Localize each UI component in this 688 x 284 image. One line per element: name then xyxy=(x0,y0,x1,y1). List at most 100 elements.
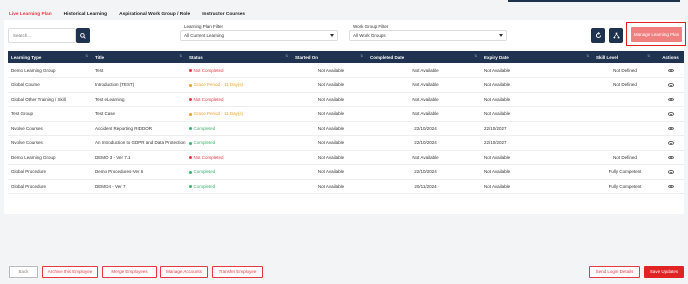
cell-completed-date: Not Available xyxy=(412,154,439,160)
hierarchy-button[interactable] xyxy=(609,28,623,43)
eye-icon[interactable] xyxy=(667,97,674,102)
cell-expiry-date: 22/10/2027 xyxy=(484,140,507,146)
status-label: Completed xyxy=(193,125,216,131)
cell-actions xyxy=(654,165,684,180)
status-label: Completed xyxy=(193,169,216,175)
learning-plan-table: Learning Type ⇅ Title ⇅ Status ⇅ Started On… xyxy=(8,51,684,194)
cell-expiry-date: Not Available xyxy=(484,67,511,73)
cell-started-on: Not Available xyxy=(317,96,345,102)
cell-actions xyxy=(654,121,684,136)
eye-icon[interactable] xyxy=(667,112,674,116)
cell-title: Test xyxy=(95,67,104,73)
work-group-filter-label: Work Group Filter xyxy=(353,24,389,29)
eye-icon[interactable] xyxy=(667,170,674,174)
cell-completed-date: 20/11/2024 xyxy=(414,183,437,189)
status-label: Completed xyxy=(193,140,216,146)
cell-title: Demo Procedures-Ver 6 xyxy=(95,169,144,175)
status-label: Not Completed xyxy=(193,96,224,102)
sort-icon: ⇅ xyxy=(360,54,363,58)
eye-icon[interactable] xyxy=(667,141,674,145)
cell-completed-date: Not Available xyxy=(412,111,439,117)
cell-actions xyxy=(654,179,684,194)
cell-learning-type: Global Course xyxy=(11,82,40,88)
column-header-expiry-date[interactable]: Expiry Date ⇅ xyxy=(481,51,593,63)
cell-started-on: Not Available xyxy=(317,82,345,88)
manage-learning-plan-button[interactable]: Manage Learning Plan xyxy=(631,27,682,42)
column-header-skill-level[interactable]: Skill Level ⇅ xyxy=(593,51,654,63)
cell-started-on: Not Available xyxy=(317,154,345,160)
refresh-button[interactable] xyxy=(591,28,605,43)
cell-status: Grace Period - 11 Day(s) xyxy=(186,78,292,93)
cell-completed-date: 22/10/2024 xyxy=(414,140,437,146)
cell-expiry-date: Not Available xyxy=(484,183,511,189)
cell-title: DEMO 3 - Ver 7.1 xyxy=(95,154,131,160)
cell-learning-type: Demo Learning Group xyxy=(11,67,56,73)
cell-started-on: Not Available xyxy=(317,111,345,117)
cell-title: Test eLearning xyxy=(95,96,125,102)
status-label: Completed xyxy=(193,183,216,189)
eye-icon[interactable] xyxy=(667,155,674,160)
status-label: Not Completed xyxy=(193,154,224,160)
column-header-completed-date[interactable]: Completed Date ⇅ xyxy=(367,51,481,63)
sort-icon: ⇅ xyxy=(586,54,589,58)
table-row: Global Other Training / Skill Test eLearn… xyxy=(8,92,684,107)
table-row: Test Group Test Case Grace Period - 11 Day… xyxy=(8,107,684,122)
cell-expiry-date: 22/10/2027 xyxy=(484,125,507,131)
column-header-learning-type[interactable]: Learning Type ⇅ xyxy=(8,51,92,63)
cell-learning-type: Nvolve Courses xyxy=(11,140,43,146)
send-login-details-button[interactable]: Send Login Details xyxy=(589,266,640,278)
sort-icon: ⇅ xyxy=(85,54,88,58)
cell-completed-date: 22/10/2024 xyxy=(414,169,437,175)
hierarchy-icon xyxy=(612,32,620,39)
manage-accounts-button[interactable]: Manage Accounts xyxy=(160,266,208,278)
search-input[interactable] xyxy=(8,28,76,43)
save-updates-button[interactable]: Save Updates xyxy=(644,266,684,278)
status-label: Grace Period - 11 Day(s) xyxy=(193,82,244,88)
cell-learning-type: Test Group xyxy=(11,111,34,117)
learning-plan-filter-value: All Current Learning xyxy=(184,33,225,38)
cell-skill-level xyxy=(593,92,654,107)
cell-completed-date: Not Available xyxy=(412,82,439,88)
refresh-icon xyxy=(595,32,601,39)
eye-icon[interactable] xyxy=(667,184,674,189)
status-dot-icon xyxy=(189,68,192,72)
table-row: Global Course Introduction (TEST) Grace Pe… xyxy=(8,78,684,93)
cell-status: Completed xyxy=(186,165,292,180)
transfer-employee-button[interactable]: Transfer Employee xyxy=(212,266,263,278)
cell-title: DEMO4 - Ver 7 xyxy=(95,183,126,189)
column-header-started-on[interactable]: Started On ⇅ xyxy=(292,51,367,63)
merge-employees-button[interactable]: Merge Employees xyxy=(102,266,157,278)
cell-skill-level xyxy=(593,107,654,122)
cell-skill-level: Fully Competent xyxy=(608,183,642,189)
cell-learning-type: Global Procedure xyxy=(11,169,47,175)
cell-skill-level xyxy=(593,136,654,151)
status-dot-icon xyxy=(189,98,192,102)
archive-employee-button[interactable]: Archive this Employee xyxy=(42,266,98,278)
eye-icon[interactable] xyxy=(667,68,674,73)
cell-completed-date: Not Available xyxy=(412,67,439,73)
cell-started-on: Not Available xyxy=(317,183,345,189)
cell-title: Introduction (TEST) xyxy=(95,82,135,88)
cell-status: Not Completed xyxy=(186,63,292,78)
learning-plan-filter-label: Learning Plan Filter xyxy=(184,24,224,29)
work-group-filter-select[interactable]: All Work Groups xyxy=(349,30,507,41)
cell-skill-level: Fully Competent xyxy=(608,169,642,175)
cell-expiry-date: Not Available xyxy=(484,111,511,117)
status-dot-icon xyxy=(189,83,192,87)
learning-plan-filter-select[interactable]: All Current Learning xyxy=(180,30,338,41)
column-header-status[interactable]: Status ⇅ xyxy=(186,51,292,63)
cell-status: Not Completed xyxy=(186,92,292,107)
eye-icon[interactable] xyxy=(667,83,674,87)
cell-learning-type: Demo Learning Group xyxy=(11,154,56,160)
table-row: Global Procedure Demo Procedures-Ver 6 Com… xyxy=(8,165,684,180)
cell-actions xyxy=(654,92,684,107)
eye-icon[interactable] xyxy=(667,126,674,131)
cell-skill-level xyxy=(593,121,654,136)
column-header-title[interactable]: Title ⇅ xyxy=(92,51,186,63)
search-button[interactable] xyxy=(76,28,90,43)
status-dot-icon xyxy=(189,127,192,131)
table-row: Nvolve Courses An Introduction to GDPR an… xyxy=(8,136,684,151)
table-row: Global Procedure DEMO4 - Ver 7 Completed No… xyxy=(8,179,684,194)
sort-icon: ⇅ xyxy=(647,54,650,58)
back-button[interactable]: Back xyxy=(9,266,38,278)
